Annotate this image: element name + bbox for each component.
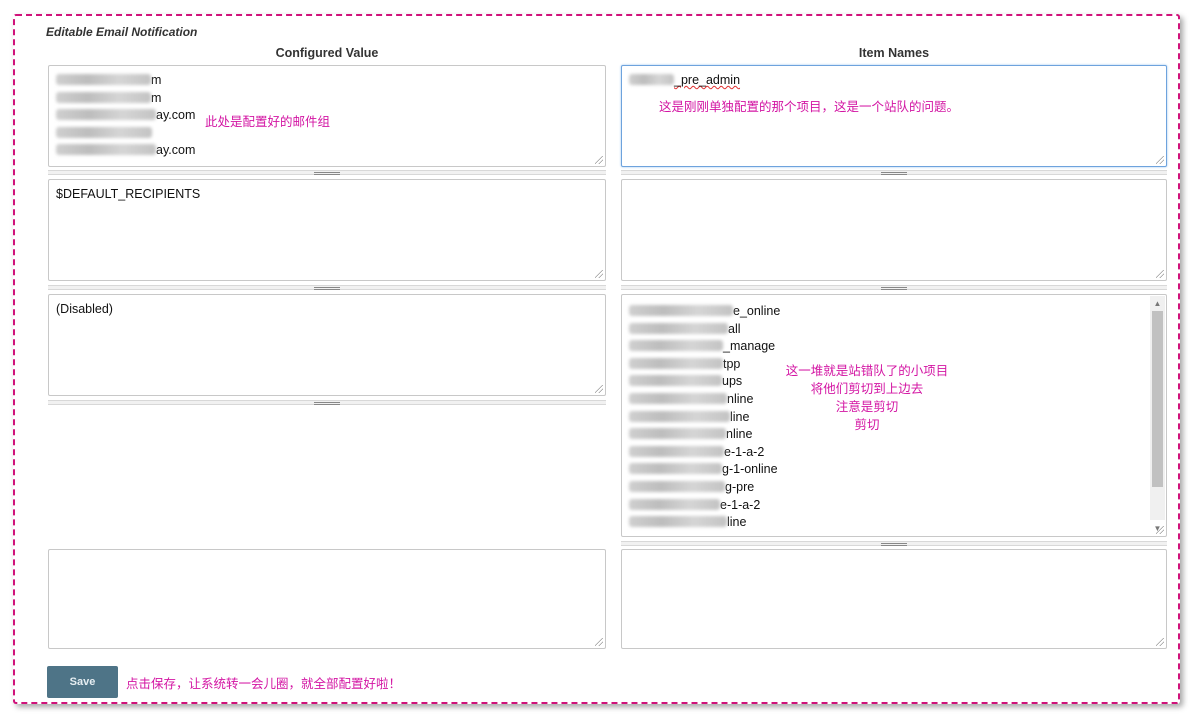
item-line: _manage [629,338,1159,356]
row-resize-handle[interactable] [621,541,1167,546]
recipient-line: m [56,72,598,90]
annotation-save: 点击保存，让系统转一会儿圈，就全部配置好啦！ [126,676,402,691]
resize-grip-icon[interactable] [595,638,603,646]
item-value-text [629,186,1159,204]
item-names-header: Item Names [858,46,930,60]
resize-grip-icon[interactable] [1156,270,1164,278]
configured-value-text [56,556,598,574]
row-resize-handle[interactable] [621,285,1167,290]
item-names-textarea-1[interactable]: _pre_admin [621,65,1167,167]
resize-grip-icon[interactable] [1156,638,1164,646]
item-value-text [629,556,1159,574]
configured-value-header: Configured Value [275,46,379,60]
item-line: e-1-a-2 [629,444,1159,462]
annotation-line: 注意是剪切 [835,399,899,414]
annotation-single-item: 这是刚刚单独配置的那个项目，这是一个站队的问题。 [659,99,960,114]
item-names-textarea-2[interactable] [621,179,1167,281]
form-title: Editable Email Notification [46,25,198,39]
item-line: e_online [629,303,1159,321]
row-resize-handle[interactable] [48,400,606,405]
configured-value-text: (Disabled) [56,302,113,316]
item-line: line [629,514,1159,532]
save-button[interactable]: Save [47,666,118,698]
item-line: g-pre [629,479,1159,497]
scroll-up-arrow-icon[interactable]: ▲ [1150,296,1165,311]
recipient-line: ay.com [56,142,598,160]
configured-value-textarea-2[interactable]: $DEFAULT_RECIPIENTS [48,179,606,281]
row-resize-handle[interactable] [48,170,606,175]
resize-grip-icon[interactable] [595,156,603,164]
configured-value-textarea-3[interactable]: (Disabled) [48,294,606,396]
item-line: g-1-online [629,461,1159,479]
resize-grip-icon[interactable] [1156,156,1164,164]
recipient-line: m [56,90,598,108]
vertical-scrollbar[interactable]: ▲ ▼ [1150,296,1165,533]
configured-value-textarea-4[interactable] [48,549,606,649]
item-line: e-1-a-2 [629,497,1159,515]
annotation-mail-group: 此处是配置好的邮件组 [205,114,331,129]
row-resize-handle[interactable] [48,285,606,290]
row-resize-handle[interactable] [621,170,1167,175]
resize-grip-icon[interactable] [595,385,603,393]
item-line: _pre_admin [629,72,1159,90]
configured-value-text: $DEFAULT_RECIPIENTS [56,187,201,201]
resize-grip-icon[interactable] [1156,526,1164,534]
resize-grip-icon[interactable] [595,270,603,278]
annotation-line: 这一堆就是站错队了的小项目 [785,363,949,378]
annotation-line: 剪切 [854,417,880,432]
annotation-wrong-items: 这一堆就是站错队了的小项目 将他们剪切到上边去 注意是剪切 剪切 [760,362,974,434]
scrollbar-thumb[interactable] [1152,311,1163,487]
annotation-line: 将他们剪切到上边去 [810,381,924,396]
item-line: all [629,321,1159,339]
item-names-textarea-4[interactable] [621,549,1167,649]
